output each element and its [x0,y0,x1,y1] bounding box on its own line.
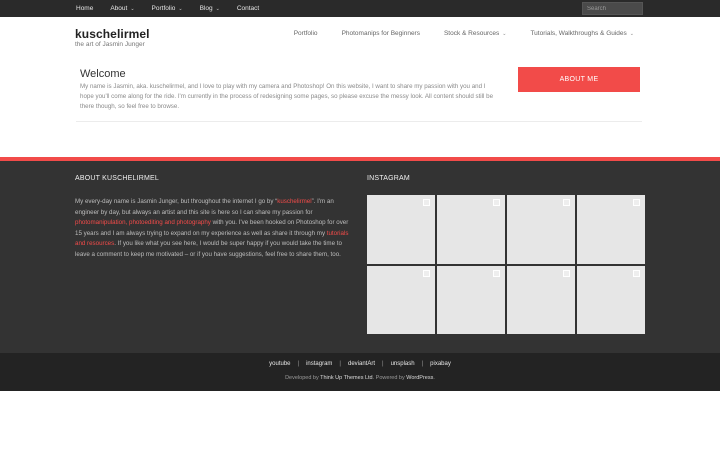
site-title[interactable]: kuschelirmel [75,27,150,41]
topnav-contact-label: Contact [236,5,260,12]
content-divider [76,121,642,122]
credit-text: . Powered by [372,375,407,381]
instagram-tile[interactable] [577,195,645,264]
top-nav: Home About ⌄ Portfolio ⌄ Blog ⌄ Contact [76,0,276,17]
site-tagline: the art of Jasmin Junger [75,41,145,48]
welcome-title: Welcome [80,68,126,80]
footer-link-deviantart[interactable]: deviantArt [348,361,375,367]
image-placeholder-icon [563,199,570,206]
mainnav-photomanips-label: Photomanips for Beginners [341,30,420,37]
welcome-text: My name is Jasmin, aka. kuschelirmel, an… [80,83,494,111]
topnav-blog[interactable]: Blog ⌄ [200,5,220,12]
instagram-tile[interactable] [507,265,575,334]
instagram-tile[interactable] [367,265,435,334]
image-placeholder-icon [633,199,640,206]
top-bar: Home About ⌄ Portfolio ⌄ Blog ⌄ Contact [0,0,720,17]
footer-link-instagram[interactable]: instagram [306,361,332,367]
credit-text: Developed by [285,375,321,381]
wordpress-link[interactable]: WordPress [406,375,433,381]
bottom-bar [0,353,720,391]
about-me-button[interactable]: ABOUT ME [518,67,640,92]
search-input[interactable] [582,2,643,15]
about-text-part: . If you like what you see here, I would… [75,240,342,258]
main-nav: Portfolio Photomanips for Beginners Stoc… [270,30,634,37]
topnav-home[interactable]: Home [76,5,93,12]
image-placeholder-icon [563,269,570,277]
image-placeholder-icon [493,269,500,277]
chevron-down-icon: ⌄ [502,30,507,37]
image-placeholder-icon [633,269,640,277]
topnav-home-label: Home [76,5,94,12]
footer-links: youtube | instagram | deviantArt | unspl… [0,361,720,367]
mainnav-tutorials[interactable]: Tutorials, Walkthroughs & Guides ⌄ [530,30,634,37]
developer-link[interactable]: Think Up Themes Ltd [320,375,372,381]
footer-link-pixabay[interactable]: pixabay [430,361,451,367]
footer-link-youtube[interactable]: youtube [269,361,290,367]
mainnav-photomanips[interactable]: Photomanips for Beginners [342,30,420,37]
instagram-tile[interactable] [437,195,505,264]
instagram-widget-title: INSTAGRAM [367,175,410,182]
about-widget-text: My every-day name is Jasmin Junger, but … [75,197,355,261]
image-placeholder-icon [493,199,500,206]
topnav-portfolio[interactable]: Portfolio ⌄ [152,5,183,12]
image-placeholder-icon [423,199,430,206]
chevron-down-icon: ⌄ [215,5,220,12]
instagram-tile[interactable] [507,195,575,264]
chevron-down-icon: ⌄ [629,30,634,37]
topnav-blog-label: Blog [199,5,213,12]
topnav-portfolio-label: Portfolio [151,5,176,12]
instagram-grid [367,195,645,334]
topnav-contact[interactable]: Contact [237,5,259,12]
credit-text: . [433,375,435,381]
chevron-down-icon: ⌄ [130,5,135,12]
footer-link-separator: | [297,361,300,367]
image-placeholder-icon [423,269,430,277]
about-widget-title: ABOUT KUSCHELIRMEL [75,175,159,182]
kuschelirmel-link[interactable]: kuschelirmel [277,198,311,205]
chevron-down-icon: ⌄ [178,5,183,12]
instagram-tile[interactable] [437,265,505,334]
mainnav-portfolio[interactable]: Portfolio [294,30,318,37]
mainnav-portfolio-label: Portfolio [293,30,318,37]
photomanipulation-link[interactable]: photomanipulation, photoediting and phot… [75,219,211,226]
footer-link-separator: | [382,361,384,367]
mainnav-tutorials-label: Tutorials, Walkthroughs & Guides [530,30,627,37]
mainnav-stock-label: Stock & Resources [443,30,500,37]
topnav-about-label: About [110,5,128,12]
instagram-tile[interactable] [577,265,645,334]
topnav-about[interactable]: About ⌄ [110,5,134,12]
about-text-part: My every-day name is Jasmin Junger, but … [75,198,278,205]
footer-credits: Developed by Think Up Themes Ltd. Powere… [0,375,720,381]
footer-link-separator: | [421,361,424,367]
footer-link-separator: | [339,361,341,367]
instagram-tile[interactable] [367,195,435,264]
footer-link-unsplash[interactable]: unsplash [391,361,415,367]
mainnav-stock[interactable]: Stock & Resources ⌄ [444,30,506,37]
